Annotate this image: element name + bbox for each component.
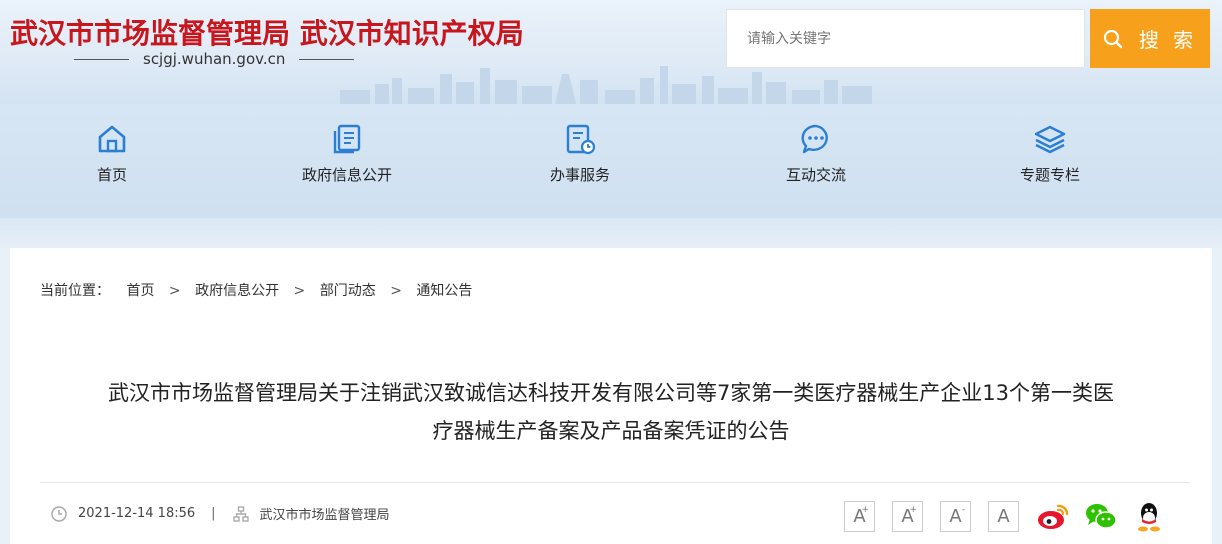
clock-icon <box>51 505 67 522</box>
weibo-icon[interactable] <box>1036 500 1070 532</box>
home-icon <box>98 125 126 153</box>
search-button[interactable]: 搜 索 <box>1090 9 1210 68</box>
font-decrease-label: A <box>949 505 962 527</box>
publish-date: 2021-12-14 18:56 <box>78 506 196 521</box>
breadcrumb: 当前位置： 首页 > 政府信息公开 > 部门动态 > 通知公告 <box>40 280 472 300</box>
font-medium-button[interactable]: A + <box>892 500 923 532</box>
article-title: 武汉市市场监督管理局关于注销武汉致诚信达科技开发有限公司等7家第一类医疗器械生产… <box>30 374 1192 450</box>
font-reset-label: A <box>997 505 1010 527</box>
font-decrease-button[interactable]: A- <box>940 500 971 532</box>
search-button-label: 搜 索 <box>1138 28 1198 52</box>
site-domain: scjgj.wuhan.gov.cn <box>60 50 368 68</box>
main-nav: 首页 政府信息公开 办事服务 互动交流 专题专栏 <box>0 104 1222 218</box>
site-header: 武汉市市场监督管理局 武汉市知识产权局 scjgj.wuhan.gov.cn 搜… <box>0 0 1222 104</box>
domain-left-line <box>74 59 129 60</box>
nav-item-services[interactable]: 办事服务 <box>510 122 650 185</box>
domain-right-line <box>299 59 355 60</box>
nav-item-home[interactable]: 首页 <box>42 122 182 185</box>
nav-item-label: 首页 <box>96 166 127 184</box>
layers-icon <box>1034 125 1066 154</box>
nav-item-topics[interactable]: 专题专栏 <box>980 122 1120 185</box>
nav-item-label: 专题专栏 <box>1019 166 1080 184</box>
article-source: 武汉市市场监督管理局 <box>259 508 390 523</box>
breadcrumb-separator: > <box>390 283 402 299</box>
wechat-icon[interactable] <box>1084 500 1118 532</box>
breadcrumb-item-dept-news[interactable]: 部门动态 <box>320 280 376 300</box>
breadcrumb-item-gov-info[interactable]: 政府信息公开 <box>195 280 279 300</box>
article-meta: 2021-12-14 18:56 | 武汉市市场监督管理局 <box>50 504 390 523</box>
title-divider <box>40 482 1190 483</box>
search-input[interactable] <box>726 9 1085 68</box>
plus-icon: + <box>909 504 917 515</box>
nav-item-label: 政府信息公开 <box>301 166 392 184</box>
breadcrumb-separator: > <box>168 283 181 299</box>
domain-text: scjgj.wuhan.gov.cn <box>143 50 286 68</box>
font-increase-button[interactable]: A + <box>844 500 875 532</box>
nav-bottom-band <box>0 218 1222 248</box>
document-icon <box>333 124 361 154</box>
article-title-line: 武汉市市场监督管理局关于注销武汉致诚信达科技开发有限公司等7家第一类医疗器械生产… <box>107 381 1115 405</box>
breadcrumb-label: 当前位置： <box>40 283 110 299</box>
font-reset-button[interactable]: A <box>988 500 1019 532</box>
org-chart-icon <box>232 505 249 522</box>
article-title-line: 疗器械生产备案及产品备案凭证的公告 <box>432 419 790 443</box>
site-title: 武汉市市场监督管理局 武汉市知识产权局 <box>10 17 524 50</box>
plus-icon: + <box>861 504 869 515</box>
breadcrumb-separator: > <box>293 283 306 299</box>
nav-item-gov-info[interactable]: 政府信息公开 <box>277 122 417 185</box>
service-icon <box>566 124 596 155</box>
nav-item-label: 办事服务 <box>549 166 610 184</box>
search-icon <box>1103 29 1123 48</box>
breadcrumb-item-home[interactable]: 首页 <box>126 280 154 300</box>
chat-icon <box>801 124 828 154</box>
minus-icon: - <box>961 504 965 515</box>
article-tools: A + A + A- A <box>844 500 1166 532</box>
article-card: 当前位置： 首页 > 政府信息公开 > 部门动态 > 通知公告 武汉市市场监督管… <box>10 248 1212 544</box>
breadcrumb-item-notices[interactable]: 通知公告 <box>416 280 472 300</box>
nav-item-interaction[interactable]: 互动交流 <box>746 122 886 185</box>
nav-item-label: 互动交流 <box>785 166 846 184</box>
meta-divider: | <box>211 506 216 521</box>
qq-icon[interactable] <box>1132 500 1166 532</box>
